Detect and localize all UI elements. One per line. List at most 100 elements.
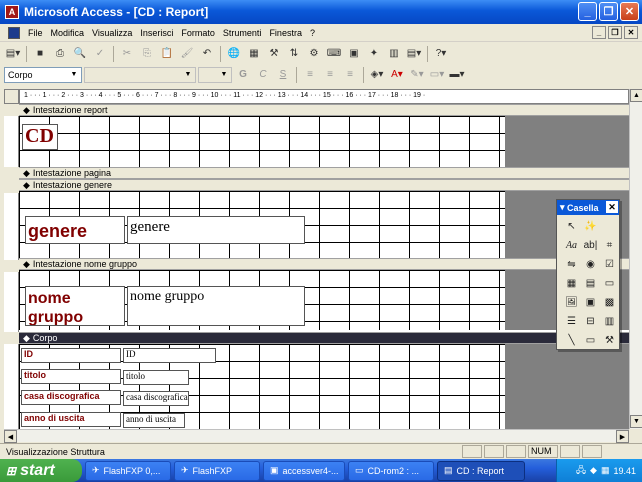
genere-field[interactable]: genere — [127, 216, 305, 244]
new-object-icon[interactable]: ▤▾ — [405, 45, 423, 63]
section-group-header-genere[interactable]: ◆ Intestazione genere — [19, 179, 629, 191]
help-icon[interactable]: ?▾ — [432, 45, 450, 63]
minimize-button[interactable]: _ — [578, 2, 597, 21]
option-group-icon[interactable]: ⌗ — [601, 237, 618, 254]
more-controls-icon[interactable]: ⚒ — [601, 332, 618, 349]
tab-control-icon[interactable]: ⊟ — [582, 313, 599, 330]
toolbox-close-icon[interactable]: ✕ — [606, 201, 618, 213]
nome-field[interactable]: nome gruppo — [127, 286, 305, 326]
print-icon[interactable]: ⎙ — [51, 45, 69, 63]
select-objects-icon[interactable]: ↖ — [563, 218, 580, 235]
report-document-icon[interactable] — [8, 26, 20, 39]
section-group-header-nome[interactable]: ◆ Intestazione nome gruppo — [19, 258, 629, 270]
scroll-left-icon[interactable]: ◀ — [4, 430, 17, 443]
textbox-icon[interactable]: ab| — [582, 237, 599, 254]
id-label[interactable]: ID — [21, 348, 121, 363]
id-field[interactable]: ID — [123, 348, 216, 363]
toolbox-icon[interactable]: ⚒ — [265, 45, 283, 63]
copy-icon[interactable]: ⎘ — [138, 45, 156, 63]
section-page-header[interactable]: ◆ Intestazione pagina — [19, 167, 629, 179]
task-flashfxp-1[interactable]: ✈ FlashFXP 0,... — [85, 460, 171, 481]
unbound-frame-icon[interactable]: ▣ — [582, 294, 599, 311]
print-preview-icon[interactable]: 🔍 — [71, 45, 89, 63]
task-cd-rom2[interactable]: ▭ CD-rom2 : ... — [348, 460, 434, 481]
paste-icon[interactable]: 📋 — [158, 45, 176, 63]
menu-formato[interactable]: Formato — [177, 28, 219, 38]
task-accessver4[interactable]: ▣ accessver4-... — [263, 460, 345, 481]
command-button-icon[interactable]: ▭ — [601, 275, 618, 292]
save-icon[interactable]: ■ — [31, 45, 49, 63]
menu-modifica[interactable]: Modifica — [47, 28, 89, 38]
align-center-icon[interactable]: ≡ — [321, 66, 339, 84]
field-list-icon[interactable]: ▦ — [245, 45, 263, 63]
close-button[interactable]: ✕ — [620, 2, 639, 21]
list-box-icon[interactable]: ▤ — [582, 275, 599, 292]
doc-minimize-button[interactable]: _ — [592, 26, 606, 39]
task-cd-report[interactable]: ▤ CD : Report — [437, 460, 525, 481]
toolbox-title-bar[interactable]: ▾ Casella ✕ — [557, 200, 619, 215]
horizontal-ruler[interactable]: 1 · · · 1 · · · 2 · · · 3 · · · 4 · · · … — [19, 89, 629, 104]
start-button[interactable]: ⊞ start — [0, 459, 82, 482]
object-combo[interactable]: Corpo ▼ — [4, 66, 82, 83]
horizontal-scrollbar[interactable]: ◀ ▶ — [4, 429, 629, 443]
folder-icon[interactable]: ▦ — [601, 465, 610, 476]
menu-inserisci[interactable]: Inserisci — [136, 28, 177, 38]
undo-icon[interactable]: ↶ — [198, 45, 216, 63]
vertical-scrollbar[interactable]: ▲ ▼ — [629, 89, 642, 429]
italic-button[interactable]: C — [254, 66, 272, 84]
report-header-grid[interactable] — [19, 116, 505, 167]
menu-finestra[interactable]: Finestra — [265, 28, 306, 38]
genere-label[interactable]: genere — [25, 216, 125, 244]
report-design-surface[interactable]: ◆ Intestazione report CD ◆ Intestazione … — [19, 104, 629, 429]
bold-button[interactable]: G — [234, 66, 252, 84]
sorting-grouping-icon[interactable]: ⇅ — [285, 45, 303, 63]
line-width-icon[interactable]: ▭▾ — [428, 66, 446, 84]
doc-restore-button[interactable]: ❐ — [608, 26, 622, 39]
network-icon[interactable]: 🖧 — [576, 463, 586, 479]
autoformat-icon[interactable]: ⚙ — [305, 45, 323, 63]
size-combo[interactable]: ▼ — [198, 66, 232, 83]
scroll-right-icon[interactable]: ▶ — [616, 430, 629, 443]
label-icon[interactable]: Aa — [563, 237, 580, 254]
toolbox-menu-arrow-icon[interactable]: ▾ — [560, 202, 567, 213]
casa-field[interactable]: casa discografica — [123, 391, 189, 406]
casa-label[interactable]: casa discografica — [21, 390, 121, 405]
hyperlink-icon[interactable]: 🌐 — [225, 45, 243, 63]
database-window-icon[interactable]: ▥ — [385, 45, 403, 63]
menu-help[interactable]: ? — [306, 28, 319, 38]
image-icon[interactable]: 🖼 — [563, 294, 580, 311]
task-flashfxp-2[interactable]: ✈ FlashFXP — [174, 460, 260, 481]
code-icon[interactable]: ⌨ — [325, 45, 343, 63]
anno-label[interactable]: anno di uscita — [21, 412, 121, 427]
menu-strumenti[interactable]: Strumenti — [219, 28, 266, 38]
titolo-field[interactable]: titolo — [123, 370, 189, 385]
underline-button[interactable]: S — [274, 66, 292, 84]
page-break-icon[interactable]: ☰ — [563, 313, 580, 330]
shield-icon[interactable]: ◆ — [590, 465, 597, 476]
section-detail[interactable]: ◆ Corpo — [19, 332, 629, 344]
menu-visualizza[interactable]: Visualizza — [88, 28, 136, 38]
align-right-icon[interactable]: ≡ — [341, 66, 359, 84]
section-report-header[interactable]: ◆ Intestazione report — [19, 104, 629, 116]
font-color-icon[interactable]: A▾ — [388, 66, 406, 84]
font-combo[interactable]: ▼ — [84, 66, 196, 83]
format-painter-icon[interactable]: 🖌 — [178, 45, 196, 63]
toolbox-panel[interactable]: ▾ Casella ✕ ↖ ✨ Aa ab| ⌗ ⇋ ◉ ☑ ▦ ▤ ▭ 🖼 ▣… — [556, 199, 620, 350]
menu-file[interactable]: File — [24, 28, 47, 38]
line-color-icon[interactable]: ✎▾ — [408, 66, 426, 84]
scroll-up-icon[interactable]: ▲ — [630, 89, 642, 102]
line-icon[interactable]: ╲ — [563, 332, 580, 349]
properties-icon[interactable]: ▣ — [345, 45, 363, 63]
checkbox-icon[interactable]: ☑ — [601, 256, 618, 273]
build-icon[interactable]: ✦ — [365, 45, 383, 63]
toggle-button-icon[interactable]: ⇋ — [563, 256, 580, 273]
view-icon[interactable]: ▤▾ — [4, 45, 22, 63]
option-button-icon[interactable]: ◉ — [582, 256, 599, 273]
spelling-icon[interactable]: ✓ — [91, 45, 109, 63]
doc-close-button[interactable]: ✕ — [624, 26, 638, 39]
cut-icon[interactable]: ✂ — [118, 45, 136, 63]
wizard-icon[interactable]: ✨ — [582, 218, 599, 235]
anno-field[interactable]: anno di uscita — [123, 413, 185, 428]
clock[interactable]: 19.41 — [613, 466, 636, 476]
titolo-label[interactable]: titolo — [21, 369, 121, 384]
